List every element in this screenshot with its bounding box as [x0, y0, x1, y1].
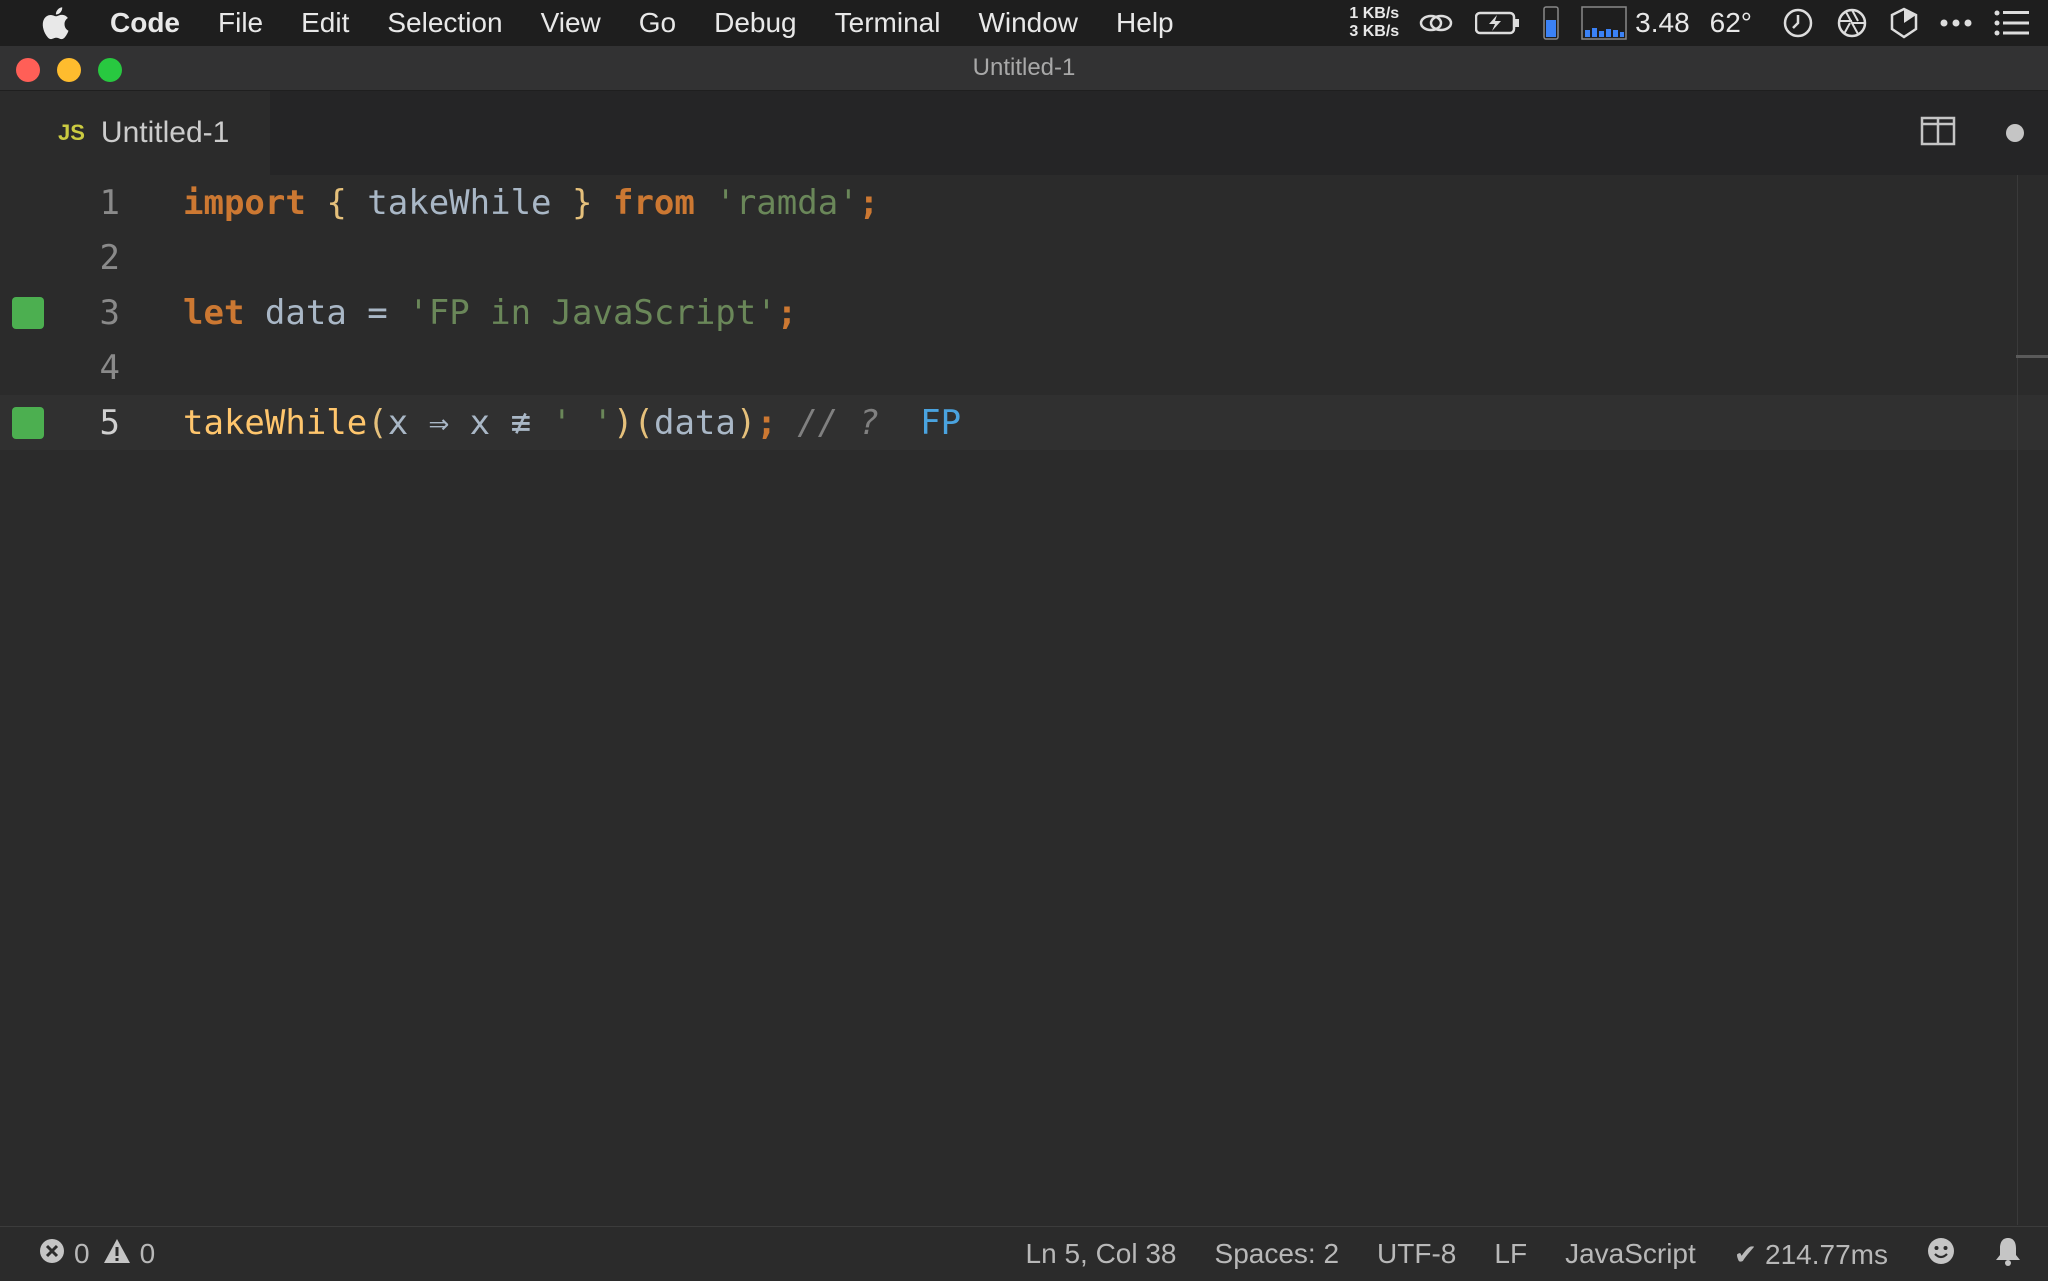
- temperature[interactable]: 62°: [1710, 7, 1752, 39]
- battery-icon[interactable]: [1475, 11, 1521, 35]
- language-mode[interactable]: JavaScript: [1565, 1238, 1696, 1270]
- menu-code[interactable]: Code: [110, 7, 180, 39]
- status-bar-right: Ln 5, Col 38 Spaces: 2 UTF-8 LF JavaScri…: [1026, 1227, 2022, 1281]
- line-number: 5: [99, 402, 120, 443]
- menu-terminal[interactable]: Terminal: [835, 7, 941, 39]
- code-editor[interactable]: 1 import { takeWhile } from 'ramda'; 2 3…: [0, 175, 2048, 1225]
- network-speed[interactable]: 1 KB/s 3 KB/s: [1349, 5, 1399, 41]
- window-title: Untitled-1: [972, 54, 1076, 81]
- split-editor-icon[interactable]: [1920, 116, 1956, 151]
- menu-selection[interactable]: Selection: [387, 7, 502, 39]
- editor-actions: [1920, 91, 2024, 175]
- line-code: let data = 'FP in JavaScript';: [183, 292, 798, 333]
- menu-window[interactable]: Window: [978, 7, 1078, 39]
- menu-file[interactable]: File: [218, 7, 263, 39]
- code-line[interactable]: 3 let data = 'FP in JavaScript';: [0, 285, 2048, 340]
- scroll-position-marker[interactable]: [2016, 355, 2048, 358]
- dropbox-icon[interactable]: [1890, 7, 1918, 39]
- file-encoding[interactable]: UTF-8: [1377, 1238, 1456, 1270]
- close-window-button[interactable]: [16, 58, 40, 82]
- warning-count: 0: [139, 1238, 156, 1269]
- window-controls: [16, 58, 122, 82]
- apple-icon[interactable]: [0, 6, 110, 40]
- code-line-current[interactable]: 5 takeWhile(x ⇒ x ≢ ' ')(data); // ? FP: [0, 395, 2048, 450]
- error-count: 0: [74, 1238, 90, 1269]
- aperture-icon[interactable]: [1836, 7, 1868, 39]
- menu-view[interactable]: View: [541, 7, 601, 39]
- coverage-indicator: [12, 406, 44, 439]
- scrollbar-track[interactable]: [2017, 175, 2018, 1225]
- code-line[interactable]: 1 import { takeWhile } from 'ramda';: [0, 175, 2048, 230]
- code-line[interactable]: 2: [0, 230, 2048, 285]
- line-number: 1: [99, 182, 120, 223]
- network-download: 3 KB/s: [1349, 23, 1400, 40]
- tab-label: Untitled-1: [100, 116, 230, 149]
- load-average[interactable]: 3.48: [1635, 7, 1690, 39]
- notifications-bell-icon[interactable]: [1994, 1236, 2022, 1273]
- feedback-smiley-icon[interactable]: [1926, 1236, 1956, 1273]
- indentation[interactable]: Spaces: 2: [1215, 1238, 1340, 1270]
- cursor-position[interactable]: Ln 5, Col 38: [1026, 1238, 1177, 1270]
- status-bar: 0 0 Ln 5, Col 38 Spaces: 2 UTF-8 LF Java…: [0, 1226, 2048, 1281]
- menu-bar: Code File Edit Selection View Go Debug T…: [0, 0, 2048, 46]
- unsaved-changes-icon[interactable]: [2006, 124, 2024, 142]
- editor-tab-bar: JS Untitled-1: [0, 91, 2048, 175]
- warning-icon: [102, 1237, 132, 1272]
- line-code: import { takeWhile } from 'ramda';: [183, 182, 880, 223]
- memory-gauge-icon[interactable]: [1543, 6, 1559, 40]
- status-menus: 1 KB/s 3 KB/s 3.48 62°: [1349, 0, 2048, 46]
- problems-indicator[interactable]: 0 0: [38, 1237, 155, 1272]
- line-number: 3: [99, 292, 120, 333]
- coverage-indicator: [12, 296, 44, 329]
- cpu-graph-icon[interactable]: [1581, 6, 1627, 40]
- code-line[interactable]: 4: [0, 340, 2048, 395]
- minimize-window-button[interactable]: [57, 58, 81, 82]
- quokka-timing[interactable]: ✔ 214.77ms: [1734, 1238, 1888, 1271]
- menu-debug[interactable]: Debug: [714, 7, 797, 39]
- notification-center-icon[interactable]: [1994, 10, 2030, 36]
- end-of-line[interactable]: LF: [1494, 1238, 1527, 1270]
- window-title-bar: Untitled-1: [0, 46, 2048, 91]
- inline-result: FP: [920, 402, 962, 443]
- line-code: takeWhile(x ⇒ x ≢ ' ')(data); // ? FP: [183, 402, 962, 443]
- clock-icon[interactable]: [1782, 7, 1814, 39]
- creative-cloud-icon[interactable]: [1419, 11, 1453, 35]
- line-number: 4: [99, 347, 120, 388]
- error-icon: [38, 1237, 66, 1272]
- menu-go[interactable]: Go: [639, 7, 676, 39]
- maximize-window-button[interactable]: [98, 58, 122, 82]
- more-icon[interactable]: [1940, 19, 1972, 27]
- tab-untitled-1[interactable]: JS Untitled-1: [0, 91, 270, 175]
- menu-help[interactable]: Help: [1116, 7, 1174, 39]
- menu-edit[interactable]: Edit: [301, 7, 349, 39]
- javascript-file-icon: JS: [58, 120, 85, 145]
- network-upload: 1 KB/s: [1349, 5, 1400, 22]
- line-number: 2: [99, 237, 120, 278]
